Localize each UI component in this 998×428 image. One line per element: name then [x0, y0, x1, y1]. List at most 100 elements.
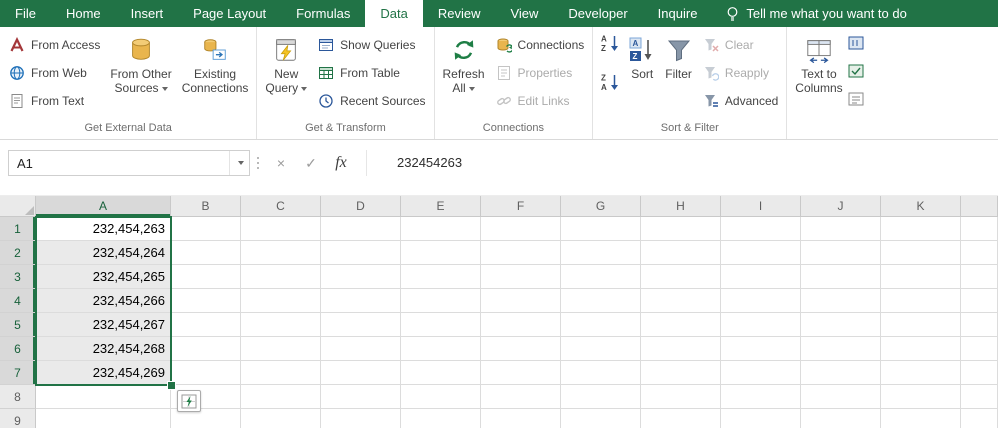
cell-f6[interactable]: [481, 337, 561, 361]
cell-i1[interactable]: [721, 217, 801, 241]
cell-e8[interactable]: [401, 385, 481, 409]
cell-g4[interactable]: [561, 289, 641, 313]
cell-c7[interactable]: [241, 361, 321, 385]
cell-g6[interactable]: [561, 337, 641, 361]
cell-g5[interactable]: [561, 313, 641, 337]
column-header-a[interactable]: A: [36, 196, 171, 217]
cancel-button[interactable]: ×: [266, 150, 296, 176]
filter-button[interactable]: Filter: [660, 28, 697, 121]
row-header-9[interactable]: 9: [0, 409, 36, 428]
cell-a8[interactable]: [36, 385, 171, 409]
quick-analysis-button[interactable]: [177, 390, 201, 412]
cell-i3[interactable]: [721, 265, 801, 289]
cell-i2[interactable]: [721, 241, 801, 265]
cell-i9[interactable]: [721, 409, 801, 428]
cell-c4[interactable]: [241, 289, 321, 313]
cell-g8[interactable]: [561, 385, 641, 409]
column-header-j[interactable]: J: [801, 196, 881, 217]
tab-insert[interactable]: Insert: [116, 0, 179, 27]
tab-data[interactable]: Data: [365, 0, 422, 27]
row-header-8[interactable]: 8: [0, 385, 36, 409]
cell-h8[interactable]: [641, 385, 721, 409]
row-header-1[interactable]: 1: [0, 217, 36, 241]
existing-connections-button[interactable]: Existing Connections: [177, 28, 254, 121]
cell-f4[interactable]: [481, 289, 561, 313]
cell-f2[interactable]: [481, 241, 561, 265]
cell-e2[interactable]: [401, 241, 481, 265]
cell-j3[interactable]: [801, 265, 881, 289]
formula-bar-splitter[interactable]: [250, 150, 266, 176]
cell-c2[interactable]: [241, 241, 321, 265]
cell-e9[interactable]: [401, 409, 481, 428]
cell-f3[interactable]: [481, 265, 561, 289]
cell-k3[interactable]: [881, 265, 961, 289]
cell-d6[interactable]: [321, 337, 401, 361]
tab-home[interactable]: Home: [51, 0, 116, 27]
new-query-button[interactable]: New Query: [260, 28, 312, 121]
enter-button[interactable]: ✓: [296, 150, 326, 176]
cell-e1[interactable]: [401, 217, 481, 241]
cell-b7[interactable]: [171, 361, 241, 385]
tab-file[interactable]: File: [0, 0, 51, 27]
cell-a3[interactable]: 232,454,265: [36, 265, 171, 289]
insert-function-button[interactable]: fx: [326, 150, 356, 176]
cell-j2[interactable]: [801, 241, 881, 265]
cell-e7[interactable]: [401, 361, 481, 385]
cell-d1[interactable]: [321, 217, 401, 241]
cell-h6[interactable]: [641, 337, 721, 361]
column-header-e[interactable]: E: [401, 196, 481, 217]
cell-g3[interactable]: [561, 265, 641, 289]
fill-handle[interactable]: [167, 381, 176, 390]
cell-f9[interactable]: [481, 409, 561, 428]
cell-c8[interactable]: [241, 385, 321, 409]
cell-c6[interactable]: [241, 337, 321, 361]
from-text-button[interactable]: From Text: [3, 87, 105, 115]
cell-h5[interactable]: [641, 313, 721, 337]
cell-h2[interactable]: [641, 241, 721, 265]
cell-d4[interactable]: [321, 289, 401, 313]
sort-descending-button[interactable]: ZA: [596, 70, 624, 98]
row-header-5[interactable]: 5: [0, 313, 36, 337]
column-header-g[interactable]: G: [561, 196, 641, 217]
cell-j7[interactable]: [801, 361, 881, 385]
from-other-sources-button[interactable]: From Other Sources: [105, 28, 176, 121]
cell-j9[interactable]: [801, 409, 881, 428]
cell-a7[interactable]: 232,454,269: [36, 361, 171, 385]
cell-k9[interactable]: [881, 409, 961, 428]
column-header-k[interactable]: K: [881, 196, 961, 217]
cell-k1[interactable]: [881, 217, 961, 241]
cell-b2[interactable]: [171, 241, 241, 265]
from-access-button[interactable]: From Access: [3, 31, 105, 59]
row-header-6[interactable]: 6: [0, 337, 36, 361]
cell-d3[interactable]: [321, 265, 401, 289]
cell-k8[interactable]: [881, 385, 961, 409]
cell-h3[interactable]: [641, 265, 721, 289]
cell-f8[interactable]: [481, 385, 561, 409]
cell-a1[interactable]: 232,454,263: [36, 217, 171, 241]
cell-a2[interactable]: 232,454,264: [36, 241, 171, 265]
recent-sources-button[interactable]: Recent Sources: [312, 87, 430, 115]
from-web-button[interactable]: From Web: [3, 59, 105, 87]
tab-developer[interactable]: Developer: [553, 0, 642, 27]
connections-button[interactable]: Connections: [490, 31, 590, 59]
cell-k4[interactable]: [881, 289, 961, 313]
cell-j1[interactable]: [801, 217, 881, 241]
name-box[interactable]: A1: [8, 150, 250, 176]
cell-j5[interactable]: [801, 313, 881, 337]
sort-button[interactable]: AZ Sort: [624, 28, 660, 121]
cell-i5[interactable]: [721, 313, 801, 337]
cell-e6[interactable]: [401, 337, 481, 361]
cell-k5[interactable]: [881, 313, 961, 337]
cell-f5[interactable]: [481, 313, 561, 337]
cell-j6[interactable]: [801, 337, 881, 361]
cell-i7[interactable]: [721, 361, 801, 385]
cell-e3[interactable]: [401, 265, 481, 289]
cell-c3[interactable]: [241, 265, 321, 289]
cell-d2[interactable]: [321, 241, 401, 265]
cell-a4[interactable]: 232,454,266: [36, 289, 171, 313]
cell-k2[interactable]: [881, 241, 961, 265]
cell-d7[interactable]: [321, 361, 401, 385]
tab-view[interactable]: View: [495, 0, 553, 27]
cell-c5[interactable]: [241, 313, 321, 337]
cell-b4[interactable]: [171, 289, 241, 313]
